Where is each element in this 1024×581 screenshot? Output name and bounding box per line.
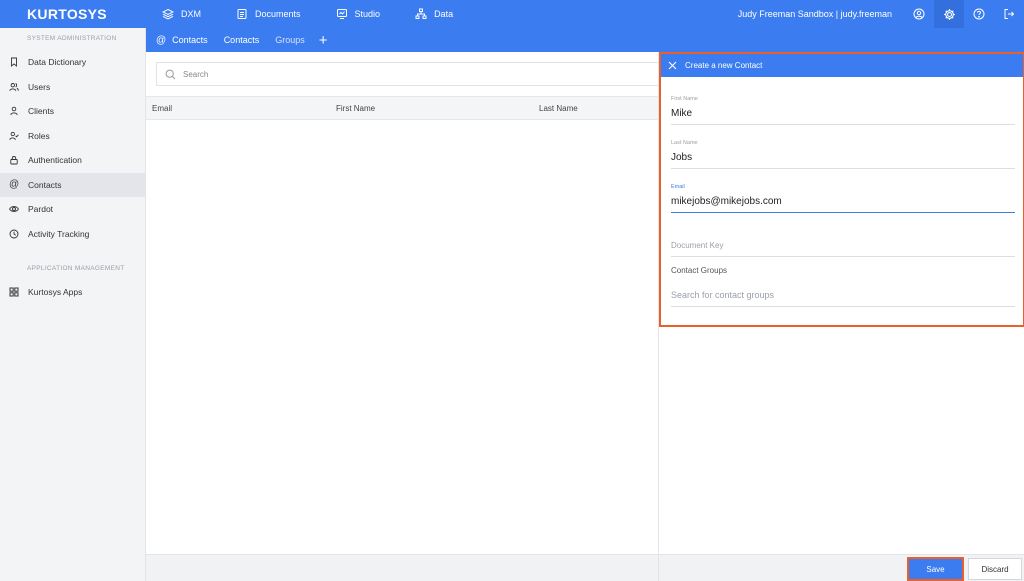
eye-icon <box>9 206 19 213</box>
sidebar-item-label: Users <box>28 81 51 92</box>
search-input[interactable]: Search <box>156 62 658 86</box>
save-button[interactable]: Save <box>907 557 964 581</box>
email-field[interactable]: Email mikejobs@mikejobs.com <box>671 184 1015 213</box>
tab-contacts[interactable]: Contacts <box>224 35 260 45</box>
last-name-value[interactable]: Jobs <box>671 152 1015 169</box>
sidebar-item-activity-tracking[interactable]: Activity Tracking <box>0 222 145 247</box>
last-name-field[interactable]: Last Name Jobs <box>671 140 1015 169</box>
gear-icon <box>943 8 955 20</box>
side-panel: Create a new Contact First Name Mike Las… <box>658 52 1024 581</box>
sidebar-item-label: Contacts <box>28 179 62 190</box>
contact-groups-label: Contact Groups <box>671 266 728 275</box>
first-name-value[interactable]: Mike <box>671 108 1015 125</box>
tab-groups[interactable]: Groups <box>275 35 305 45</box>
nav-documents-label: Documents <box>255 9 301 19</box>
panel-footer: Save Discard <box>659 554 1024 581</box>
user-label[interactable]: Judy Freeman Sandbox | judy.freeman <box>738 9 892 19</box>
contacts-list: Search Email First Name Last Name <box>146 52 658 581</box>
contact-groups-search[interactable]: Search for contact groups <box>671 290 1015 307</box>
email-label: Email <box>671 184 685 190</box>
sub-bar: @ Contacts Contacts Groups + <box>146 28 1024 52</box>
search-row: Search <box>146 52 658 96</box>
user-icon <box>10 107 18 116</box>
table-header: Email First Name Last Name <box>146 96 658 120</box>
user-circle-icon <box>913 8 925 20</box>
create-contact-form: Create a new Contact First Name Mike Las… <box>659 52 1024 327</box>
nav-documents[interactable]: Documents <box>236 8 301 20</box>
nav-dxm-label: DXM <box>181 9 201 19</box>
sidebar-item-label: Activity Tracking <box>28 228 90 239</box>
layers-icon <box>162 8 174 20</box>
panel-title: Create a new Contact <box>685 61 763 70</box>
first-name-field[interactable]: First Name Mike <box>671 96 1015 125</box>
at-icon: @ <box>156 34 167 46</box>
add-button[interactable]: + <box>319 33 328 48</box>
first-name-label: First Name <box>671 96 698 102</box>
document-key-field[interactable]: Document Key <box>671 241 1015 257</box>
discard-button[interactable]: Discard <box>968 558 1022 580</box>
user-check-icon <box>9 131 19 140</box>
logo[interactable]: KURTOSYS <box>0 6 146 22</box>
section-title-label: Contacts <box>172 35 208 45</box>
help-icon <box>973 8 985 20</box>
clock-icon <box>9 229 19 239</box>
last-name-label: Last Name <box>671 140 698 146</box>
help-button[interactable] <box>964 0 994 28</box>
top-nav: DXM Documents Studio Data <box>146 8 488 20</box>
documents-icon <box>237 9 247 19</box>
sidebar: SYSTEM ADMINISTRATION Data Dictionary Us… <box>0 28 146 581</box>
search-placeholder: Search <box>183 69 209 79</box>
column-last-name[interactable]: Last Name <box>539 104 578 113</box>
nav-data[interactable]: Data <box>415 8 453 20</box>
sidebar-item-data-dictionary[interactable]: Data Dictionary <box>0 50 145 75</box>
contact-groups-placeholder[interactable]: Search for contact groups <box>671 290 1015 307</box>
sidebar-item-label: Clients <box>28 106 54 117</box>
list-footer <box>146 554 658 581</box>
sidebar-item-authentication[interactable]: Authentication <box>0 148 145 173</box>
document-key-placeholder[interactable]: Document Key <box>671 241 1015 257</box>
lock-icon <box>10 156 18 165</box>
nav-dxm[interactable]: DXM <box>162 8 201 20</box>
at-icon: @ <box>9 179 20 191</box>
users-icon <box>9 82 19 91</box>
sidebar-item-label: Authentication <box>28 155 82 166</box>
sidebar-item-pardot[interactable]: Pardot <box>0 197 145 222</box>
studio-icon <box>336 9 347 19</box>
email-value[interactable]: mikejobs@mikejobs.com <box>671 196 1015 213</box>
sidebar-item-kurtosys-apps[interactable]: Kurtosys Apps <box>0 280 145 305</box>
sidebar-section-apps: APPLICATION MANAGEMENT <box>27 265 125 272</box>
profile-button[interactable] <box>904 0 934 28</box>
logout-icon <box>1004 9 1015 19</box>
section-title: @ Contacts <box>156 35 208 46</box>
close-icon[interactable] <box>668 61 677 70</box>
settings-button[interactable] <box>934 0 964 28</box>
bookmark-icon <box>11 57 17 68</box>
top-right: Judy Freeman Sandbox | judy.freeman <box>738 0 1024 28</box>
column-first-name[interactable]: First Name <box>336 104 375 113</box>
search-icon <box>165 69 176 79</box>
sidebar-item-label: Data Dictionary <box>28 57 87 68</box>
sidebar-item-label: Pardot <box>28 204 54 215</box>
sidebar-item-label: Kurtosys Apps <box>28 287 83 298</box>
nav-studio[interactable]: Studio <box>336 8 381 20</box>
column-email[interactable]: Email <box>152 104 172 113</box>
grid-icon <box>9 287 19 297</box>
sidebar-section-system: SYSTEM ADMINISTRATION <box>27 35 117 42</box>
sidebar-item-roles[interactable]: Roles <box>0 124 145 149</box>
top-bar: KURTOSYS DXM Documents Studio Data Judy … <box>0 0 1024 28</box>
logout-button[interactable] <box>994 0 1024 28</box>
hierarchy-icon <box>415 8 427 19</box>
contact-groups-label-wrap: Contact Groups <box>671 266 1015 275</box>
sidebar-item-users[interactable]: Users <box>0 75 145 100</box>
nav-data-label: Data <box>434 9 454 19</box>
panel-header: Create a new Contact <box>661 54 1023 77</box>
sidebar-item-contacts[interactable]: @ Contacts <box>0 172 145 197</box>
sidebar-item-clients[interactable]: Clients <box>0 99 145 124</box>
nav-studio-label: Studio <box>354 9 381 19</box>
sidebar-item-label: Roles <box>28 130 50 141</box>
